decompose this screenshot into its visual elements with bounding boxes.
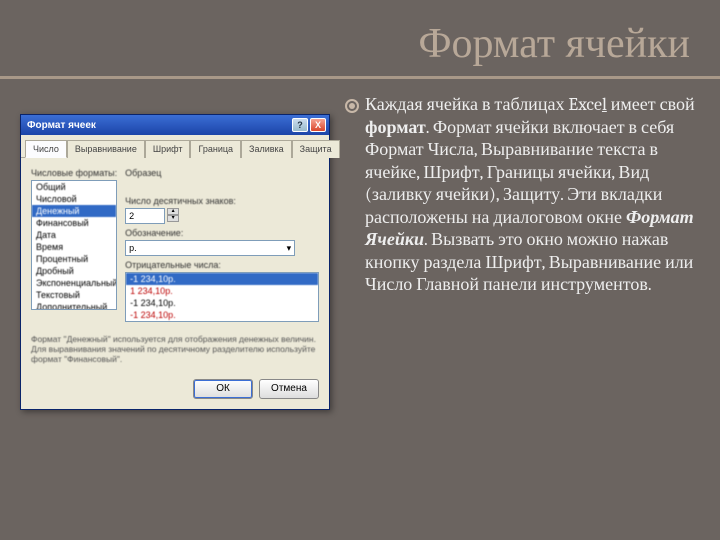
list-item[interactable]: Дата [32, 229, 116, 241]
negative-label: Отрицательные числа: [125, 260, 319, 270]
list-item[interactable]: Общий [32, 181, 116, 193]
tab-border[interactable]: Граница [190, 140, 241, 158]
tab-fill[interactable]: Заливка [241, 140, 292, 158]
list-item[interactable]: -1 234,10р. [126, 309, 318, 321]
dialog-titlebar: Формат ячеек ? X [21, 115, 329, 135]
sample-label: Образец [125, 168, 319, 178]
format-cells-dialog: Формат ячеек ? X Число Выравнивание Шриф… [20, 114, 330, 410]
list-item[interactable]: -1 234,10р. [126, 273, 318, 285]
list-item[interactable]: Дополнительный [32, 301, 116, 310]
dialog-title: Формат ячеек [27, 120, 96, 131]
help-button[interactable]: ? [292, 118, 308, 132]
list-item[interactable]: Текстовый [32, 289, 116, 301]
cancel-button[interactable]: Отмена [259, 379, 319, 399]
list-item[interactable]: Время [32, 241, 116, 253]
list-item[interactable]: -1 234,10р. [126, 297, 318, 309]
symbol-label: Обозначение: [125, 228, 319, 238]
tab-protection[interactable]: Защита [292, 140, 340, 158]
symbol-select[interactable]: р.▾ [125, 240, 295, 256]
list-item[interactable]: Финансовый [32, 217, 116, 229]
list-item[interactable]: Дробный [32, 265, 116, 277]
list-item[interactable]: Процентный [32, 253, 116, 265]
tab-number[interactable]: Число [25, 140, 67, 158]
number-formats-list[interactable]: Общий Числовой Денежный Финансовый Дата … [31, 180, 117, 310]
body-text: Каждая ячейка в таблицах Excel имеет сво… [365, 94, 700, 297]
negative-numbers-list[interactable]: -1 234,10р. 1 234,10р. -1 234,10р. -1 23… [125, 272, 319, 322]
decimals-spinner[interactable]: ▴▾ [167, 208, 179, 224]
format-description: Формат "Денежный" используется для отобр… [21, 326, 329, 373]
slide-content: Формат ячеек ? X Число Выравнивание Шриф… [0, 94, 720, 410]
list-item[interactable]: Денежный [32, 205, 116, 217]
tab-font[interactable]: Шрифт [145, 140, 191, 158]
decimals-label: Число десятичных знаков: [125, 196, 319, 206]
dialog-tabs: Число Выравнивание Шрифт Граница Заливка… [21, 135, 329, 158]
list-item[interactable]: 1 234,10р. [126, 285, 318, 297]
close-button[interactable]: X [310, 118, 326, 132]
decimals-input[interactable]: 2 [125, 208, 165, 224]
tab-alignment[interactable]: Выравнивание [67, 140, 145, 158]
slide-title: Формат ячейки [0, 0, 720, 79]
bullet-icon [345, 99, 359, 113]
bullet-item: Каждая ячейка в таблицах Excel имеет сво… [345, 94, 700, 297]
ok-button[interactable]: ОК [193, 379, 253, 399]
formats-label: Числовые форматы: [31, 168, 117, 178]
list-item[interactable]: Экспоненциальный [32, 277, 116, 289]
list-item[interactable]: Числовой [32, 193, 116, 205]
